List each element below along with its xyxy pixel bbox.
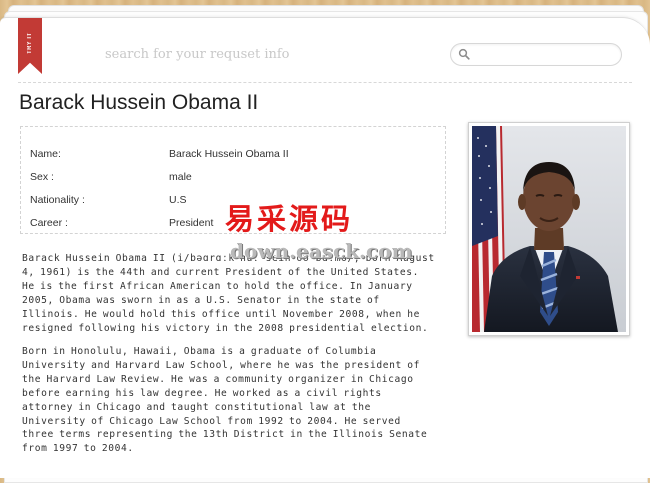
sex-label: Sex : — [30, 171, 54, 183]
search-hint: search for your requset info — [105, 47, 290, 62]
name-label: Name: — [30, 148, 61, 160]
watermark-logo: 易采源码 — [225, 202, 354, 236]
try-it-ribbon[interactable]: TRY IT — [18, 18, 42, 74]
bio-paragraph-2: Born in Honolulu, Hawaii, Obama is a gra… — [22, 346, 428, 455]
search-input[interactable] — [475, 46, 619, 64]
nationality-value: U.S — [169, 194, 187, 206]
search-icon — [458, 48, 470, 60]
bio-paragraph-1: Barack Hussein Obama II (i/bəɑrɑːk huːˈs… — [22, 253, 435, 334]
watermark-url: down.easck.com — [230, 239, 413, 263]
career-value: President — [169, 217, 214, 229]
search-box[interactable] — [450, 43, 622, 66]
nationality-label: Nationality : — [30, 194, 85, 206]
portrait-frame — [468, 122, 630, 336]
header-divider — [18, 82, 632, 83]
career-label: Career : — [30, 217, 68, 229]
profile-page: TRY IT search for your requset info Bara… — [0, 17, 650, 478]
sex-value: male — [169, 171, 192, 183]
portrait-photo — [472, 126, 626, 332]
page-title: Barack Hussein Obama II — [19, 91, 259, 114]
name-value: Barack Hussein Obama II — [169, 148, 289, 160]
ribbon-label: TRY IT — [27, 32, 33, 54]
